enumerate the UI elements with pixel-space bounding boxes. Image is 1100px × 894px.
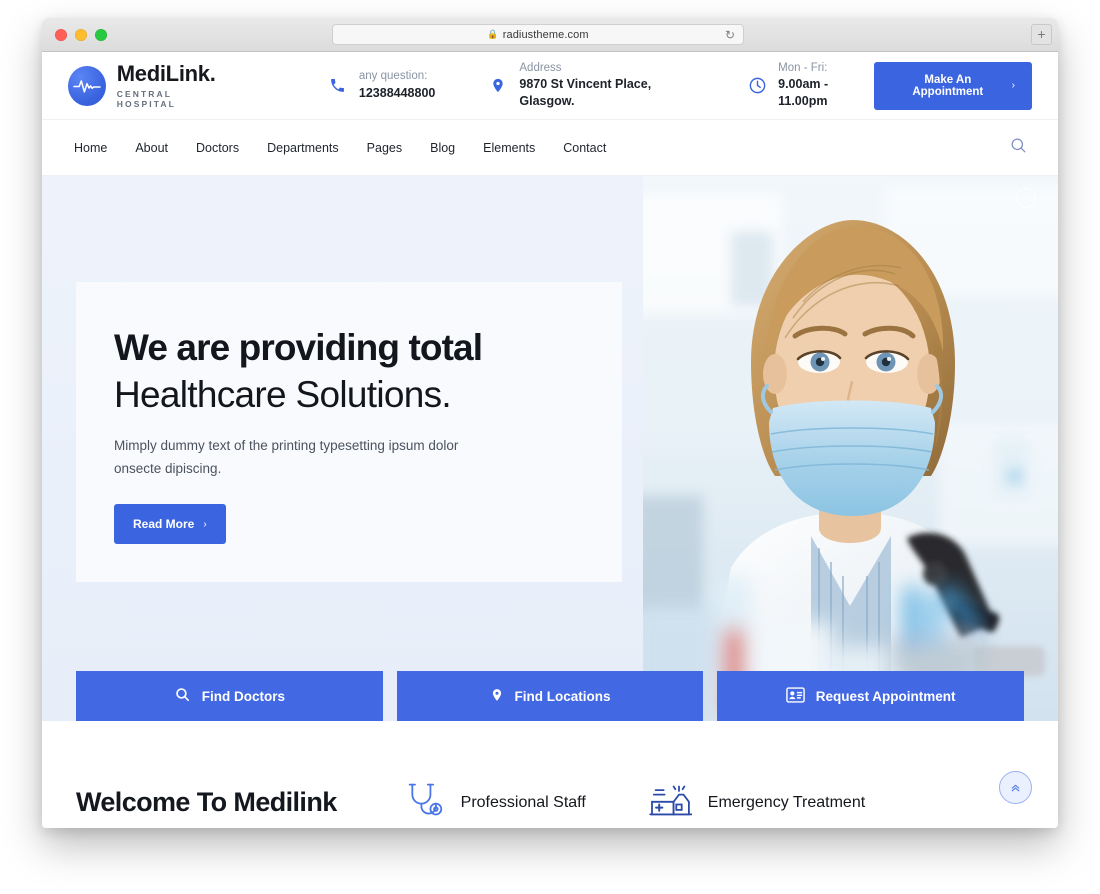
feature-label-professional-staff: Professional Staff [460,793,586,811]
hero-photo [643,176,1058,721]
search-icon[interactable] [1009,136,1028,160]
feature-label-emergency-treatment: Emergency Treatment [707,793,866,811]
main-navigation: Home About Doctors Departments Pages Blo… [42,120,1058,176]
nav-item-home[interactable]: Home [74,141,107,155]
nav-item-blog[interactable]: Blog [430,141,455,155]
search-icon [174,686,191,706]
make-appointment-label: Make An Appointment [912,73,984,98]
site-top-header: MediLink. CENTRAL HOSPITAL any question:… [42,52,1058,120]
web-page: MediLink. CENTRAL HOSPITAL any question:… [42,52,1058,828]
hours-label: Mon - Fri: [778,61,828,74]
phone-label: any question: [358,70,428,83]
nav-item-about[interactable]: About [135,141,168,155]
contact-address: Address 9870 St Vincent Place, Glasgow. [487,61,698,110]
hero-cta-strip: Find Doctors Find Locations Request Appo… [76,671,1025,721]
lock-icon: 🔒 [487,29,499,39]
hours-value: 9.00am - 11.00pm [778,77,829,109]
contact-hours: Mon - Fri: 9.00am - 11.00pm [746,61,874,110]
request-appointment-button[interactable]: Request Appointment [717,671,1025,721]
read-more-button[interactable]: Read More › [114,504,226,545]
nav-item-doctors[interactable]: Doctors [196,141,239,155]
feature-emergency-treatment: Emergency Treatment [648,782,865,823]
find-locations-label: Find Locations [514,688,611,704]
stethoscope-icon [405,781,445,824]
welcome-section: Welcome To Medilink Professional Staff E… [42,721,1058,828]
nav-items: Home About Doctors Departments Pages Blo… [74,141,606,155]
welcome-title: Welcome To Medilink [76,787,337,817]
request-appointment-label: Request Appointment [815,688,956,704]
feature-professional-staff: Professional Staff [405,781,586,824]
decorative-circle [1016,188,1036,208]
find-doctors-button[interactable]: Find Doctors [76,671,383,721]
id-card-icon [786,686,805,706]
hero-heading-light: Healthcare Solutions. [114,373,452,415]
hero-paragraph: Mimply dummy text of the printing typese… [114,437,459,476]
map-pin-icon [487,74,509,96]
make-appointment-button[interactable]: Make An Appointment › [873,61,1032,110]
phone-icon [327,74,349,96]
heartbeat-logo-icon [68,65,106,106]
new-tab-button[interactable]: + [1031,24,1052,45]
find-locations-button[interactable]: Find Locations [396,671,704,721]
chevron-right-icon: › [1011,80,1015,91]
phone-value: 12388448800 [358,85,436,100]
contact-phone: any question: 12388448800 [327,69,435,101]
ambulance-icon [648,782,693,823]
hero-section: We are providing total Healthcare Soluti… [42,176,1058,721]
nav-item-elements[interactable]: Elements [483,141,535,155]
url-text: 🔒 radiustheme.com [487,28,589,41]
brand-name: MediLink. [116,60,216,86]
close-window-button[interactable] [55,28,67,41]
address-bar[interactable]: 🔒 radiustheme.com ↻ [332,24,744,45]
brand-tagline: CENTRAL HOSPITAL [116,88,176,109]
nav-item-contact[interactable]: Contact [563,141,606,155]
hero-content-panel: We are providing total Healthcare Soluti… [76,282,622,582]
address-value: 9870 St Vincent Place, Glasgow. [519,77,652,109]
scroll-to-top-button[interactable] [999,771,1032,804]
clock-icon [746,74,768,96]
browser-titlebar: 🔒 radiustheme.com ↻ + [42,18,1058,52]
window-controls [55,28,107,41]
nav-item-pages[interactable]: Pages [367,141,402,155]
address-label: Address [519,61,562,74]
maximize-window-button[interactable] [95,28,107,41]
find-doctors-label: Find Doctors [201,688,285,704]
nav-item-departments[interactable]: Departments [267,141,339,155]
site-logo[interactable]: MediLink. CENTRAL HOSPITAL [68,60,229,109]
reload-icon[interactable]: ↻ [725,28,735,42]
read-more-label: Read More [133,517,195,532]
hero-heading-bold: We are providing total [114,327,483,368]
chevron-right-icon: › [203,518,207,530]
map-pin-icon [490,686,504,707]
browser-window: 🔒 radiustheme.com ↻ + MediLink. CENTRAL H… [42,18,1058,828]
minimize-window-button[interactable] [75,28,87,41]
